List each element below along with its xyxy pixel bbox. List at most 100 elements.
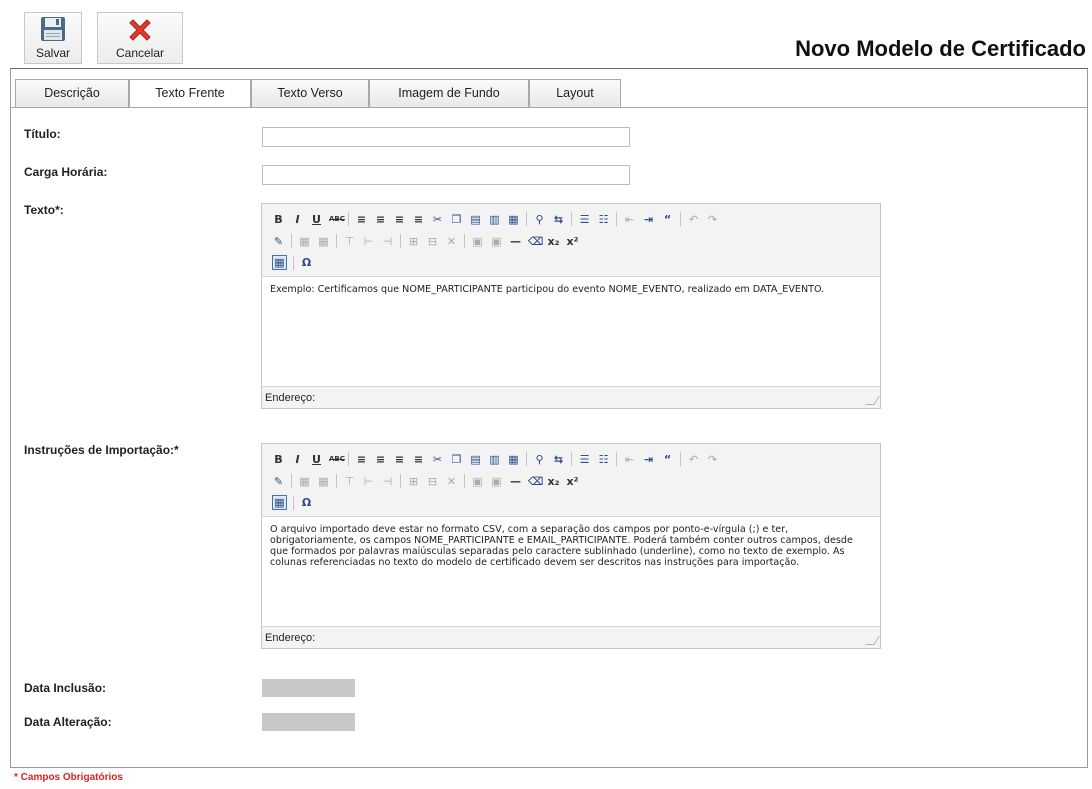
instrucoes-content-area[interactable]: O arquivo importado deve estar no format… <box>262 516 880 627</box>
toolbar-separator <box>348 452 349 466</box>
underline-icon[interactable]: U <box>310 453 323 466</box>
redo-icon[interactable]: ↷ <box>706 453 719 466</box>
copy-icon[interactable]: ❐ <box>450 213 463 226</box>
numbered-list-icon[interactable]: ☷ <box>597 453 610 466</box>
replace-icon[interactable]: ⇆ <box>552 453 565 466</box>
insert-row-icon[interactable]: ⊤ <box>343 235 356 248</box>
strikethrough-icon[interactable]: ABC <box>329 213 345 226</box>
subscript-icon[interactable]: x₂ <box>547 475 560 488</box>
find-icon[interactable]: ⚲ <box>533 453 546 466</box>
texto-editor: B I U ABC ≡ ≡ ≡ ≡ ✂ ❐ ▤ ▥ ▦ ⚲ ⇆ ☰ ☷ ⇤ ⇥ … <box>261 203 881 409</box>
undo-icon[interactable]: ↶ <box>687 453 700 466</box>
bullet-list-icon[interactable]: ☰ <box>578 213 591 226</box>
edit-html-icon[interactable]: ✎ <box>272 235 285 248</box>
align-justify-icon[interactable]: ≡ <box>412 453 425 466</box>
save-button[interactable]: Salvar <box>24 12 82 64</box>
tab-divider <box>11 107 1087 108</box>
insert-media-icon[interactable]: ▣ <box>490 235 503 248</box>
align-justify-icon[interactable]: ≡ <box>412 213 425 226</box>
align-left-icon[interactable]: ≡ <box>355 213 368 226</box>
paste-icon[interactable]: ▤ <box>469 453 482 466</box>
editor-toolbar-row-3: ▦ Ω <box>272 255 313 270</box>
paste-icon[interactable]: ▤ <box>469 213 482 226</box>
cancel-button[interactable]: Cancelar <box>97 12 183 64</box>
table-icon[interactable]: ▦ <box>272 255 287 270</box>
superscript-icon[interactable]: x² <box>566 475 579 488</box>
carga-horaria-input[interactable] <box>262 165 630 185</box>
paste-text-icon[interactable]: ▥ <box>488 213 501 226</box>
strikethrough-icon[interactable]: ABC <box>329 453 345 466</box>
tab-texto-frente[interactable]: Texto Frente <box>129 79 251 107</box>
toolbar-separator <box>680 212 681 226</box>
indent-icon[interactable]: ⇥ <box>642 453 655 466</box>
table-props-icon[interactable]: ▦ <box>298 475 311 488</box>
special-char-icon[interactable]: Ω <box>300 496 313 509</box>
delete-table-icon[interactable]: ✕ <box>445 235 458 248</box>
blockquote-icon[interactable]: “ <box>661 213 674 226</box>
texto-content-area[interactable]: Exemplo: Certificamos que NOME_PARTICIPA… <box>262 276 880 387</box>
eraser-icon[interactable]: ⌫ <box>528 235 544 248</box>
italic-icon[interactable]: I <box>291 213 304 226</box>
delete-row-icon[interactable]: ⊣ <box>381 235 394 248</box>
align-right-icon[interactable]: ≡ <box>393 213 406 226</box>
superscript-icon[interactable]: x² <box>566 235 579 248</box>
bold-icon[interactable]: B <box>272 213 285 226</box>
eraser-icon[interactable]: ⌫ <box>528 475 544 488</box>
redo-icon[interactable]: ↷ <box>706 213 719 226</box>
blockquote-icon[interactable]: “ <box>661 453 674 466</box>
underline-icon[interactable]: U <box>310 213 323 226</box>
tab-imagem-de-fundo[interactable]: Imagem de Fundo <box>369 79 529 107</box>
insert-col-icon[interactable]: ⊢ <box>362 475 375 488</box>
undo-icon[interactable]: ↶ <box>687 213 700 226</box>
toolbar-separator <box>336 474 337 488</box>
cell-props-icon[interactable]: ▦ <box>317 475 330 488</box>
insert-image-icon[interactable]: ▣ <box>471 475 484 488</box>
split-cells-icon[interactable]: ⊟ <box>426 235 439 248</box>
titulo-input[interactable] <box>262 127 630 147</box>
bold-icon[interactable]: B <box>272 453 285 466</box>
insert-col-icon[interactable]: ⊢ <box>362 235 375 248</box>
outdent-icon[interactable]: ⇤ <box>623 453 636 466</box>
paste-word-icon[interactable]: ▦ <box>507 453 520 466</box>
bullet-list-icon[interactable]: ☰ <box>578 453 591 466</box>
table-icon[interactable]: ▦ <box>272 495 287 510</box>
edit-html-icon[interactable]: ✎ <box>272 475 285 488</box>
merge-cells-icon[interactable]: ⊞ <box>407 475 420 488</box>
delete-row-icon[interactable]: ⊣ <box>381 475 394 488</box>
numbered-list-icon[interactable]: ☷ <box>597 213 610 226</box>
toolbar-separator <box>464 234 465 248</box>
cell-props-icon[interactable]: ▦ <box>317 235 330 248</box>
insert-image-icon[interactable]: ▣ <box>471 235 484 248</box>
tab-texto-verso[interactable]: Texto Verso <box>251 79 369 107</box>
insert-row-icon[interactable]: ⊤ <box>343 475 356 488</box>
align-center-icon[interactable]: ≡ <box>374 213 387 226</box>
replace-icon[interactable]: ⇆ <box>552 213 565 226</box>
table-props-icon[interactable]: ▦ <box>298 235 311 248</box>
align-left-icon[interactable]: ≡ <box>355 453 368 466</box>
tab-layout[interactable]: Layout <box>529 79 621 107</box>
cut-icon[interactable]: ✂ <box>431 453 444 466</box>
subscript-icon[interactable]: x₂ <box>547 235 560 248</box>
horizontal-rule-icon[interactable]: — <box>509 475 522 488</box>
special-char-icon[interactable]: Ω <box>300 256 313 269</box>
cut-icon[interactable]: ✂ <box>431 213 444 226</box>
editor-toolbar-row-2: ✎ ▦ ▦ ⊤ ⊢ ⊣ ⊞ ⊟ ✕ ▣ ▣ — ⌫ x₂ x² <box>272 474 579 488</box>
horizontal-rule-icon[interactable]: — <box>509 235 522 248</box>
split-cells-icon[interactable]: ⊟ <box>426 475 439 488</box>
outdent-icon[interactable]: ⇤ <box>623 213 636 226</box>
toolbar-separator <box>336 234 337 248</box>
find-icon[interactable]: ⚲ <box>533 213 546 226</box>
delete-table-icon[interactable]: ✕ <box>445 475 458 488</box>
editor-toolbar-row-1: B I U ABC ≡ ≡ ≡ ≡ ✂ ❐ ▤ ▥ ▦ ⚲ ⇆ ☰ ☷ ⇤ ⇥ … <box>272 452 719 466</box>
align-center-icon[interactable]: ≡ <box>374 453 387 466</box>
tab-descricao[interactable]: Descrição <box>15 79 129 107</box>
paste-word-icon[interactable]: ▦ <box>507 213 520 226</box>
copy-icon[interactable]: ❐ <box>450 453 463 466</box>
italic-icon[interactable]: I <box>291 453 304 466</box>
paste-text-icon[interactable]: ▥ <box>488 453 501 466</box>
data-inclusao-label: Data Inclusão: <box>24 681 107 695</box>
merge-cells-icon[interactable]: ⊞ <box>407 235 420 248</box>
align-right-icon[interactable]: ≡ <box>393 453 406 466</box>
indent-icon[interactable]: ⇥ <box>642 213 655 226</box>
insert-media-icon[interactable]: ▣ <box>490 475 503 488</box>
